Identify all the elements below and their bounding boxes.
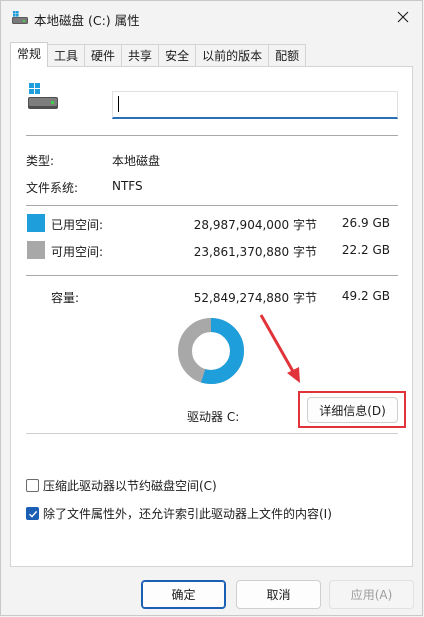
- close-icon: [397, 11, 409, 26]
- check-icon: [28, 510, 37, 518]
- type-value: 本地磁盘: [112, 154, 161, 168]
- used-space-swatch: [27, 214, 45, 232]
- separator: [26, 205, 398, 206]
- general-panel: 类型: 本地磁盘 文件系统: NTFS 已用空间: 28,987,904,000…: [10, 66, 413, 567]
- close-button[interactable]: [390, 5, 416, 31]
- text-cursor: [118, 96, 119, 112]
- free-space-size: 22.2 GB: [341, 243, 390, 257]
- capacity-size: 49.2 GB: [341, 289, 390, 303]
- used-space-label: 已用空间:: [51, 218, 104, 232]
- type-label: 类型:: [26, 154, 55, 168]
- capacity-bytes: 52,849,274,880 字节: [193, 291, 317, 305]
- dialog-buttons: 确定 取消 应用(A): [1, 569, 422, 617]
- tab-quota[interactable]: 配额: [268, 44, 307, 67]
- index-option[interactable]: 除了文件属性外，还允许索引此驱动器上文件的内容(I): [26, 505, 332, 522]
- drive-letter-label: 驱动器 C:: [187, 410, 240, 424]
- free-space-label: 可用空间:: [51, 245, 104, 259]
- file-system-label: 文件系统:: [26, 181, 79, 195]
- ok-button[interactable]: 确定: [141, 580, 226, 609]
- window-title: 本地磁盘 (C:) 属性: [34, 13, 140, 28]
- tab-general[interactable]: 常规: [10, 42, 49, 67]
- capacity-label: 容量:: [51, 291, 80, 305]
- tab-tools[interactable]: 工具: [47, 44, 86, 67]
- separator: [26, 135, 398, 136]
- index-checkbox[interactable]: [26, 507, 39, 520]
- properties-window: 本地磁盘 (C:) 属性 常规 工具 硬件 共享 安全 以前的版本 配额 类型:…: [0, 0, 423, 616]
- tab-previous-versions[interactable]: 以前的版本: [195, 44, 270, 67]
- drive-icon: [12, 11, 28, 25]
- used-space-bytes: 28,987,904,000 字节: [193, 218, 317, 232]
- compress-checkbox[interactable]: [26, 479, 39, 492]
- title-bar: 本地磁盘 (C:) 属性: [1, 1, 422, 35]
- cancel-button[interactable]: 取消: [236, 580, 321, 609]
- compress-label: 压缩此驱动器以节约磁盘空间(C): [43, 479, 217, 493]
- annotation-arrow-icon: [259, 314, 300, 383]
- free-space-swatch: [27, 241, 45, 259]
- usage-donut-chart: [178, 318, 244, 384]
- tab-sharing[interactable]: 共享: [121, 44, 160, 67]
- tab-security[interactable]: 安全: [158, 44, 197, 67]
- free-space-bytes: 23,861,370,880 字节: [193, 245, 317, 259]
- apply-button[interactable]: 应用(A): [329, 580, 414, 609]
- tab-hardware[interactable]: 硬件: [84, 44, 123, 67]
- index-label: 除了文件属性外，还允许索引此驱动器上文件的内容(I): [43, 507, 332, 521]
- separator: [26, 433, 398, 434]
- details-button[interactable]: 详细信息(D): [307, 397, 398, 423]
- separator: [26, 275, 398, 276]
- file-system-value: NTFS: [112, 179, 143, 193]
- tab-strip: 常规 工具 硬件 共享 安全 以前的版本 配额: [10, 42, 307, 67]
- compress-option[interactable]: 压缩此驱动器以节约磁盘空间(C): [26, 477, 217, 494]
- used-space-size: 26.9 GB: [341, 216, 390, 230]
- drive-large-icon: [28, 83, 68, 111]
- drive-name-input[interactable]: [112, 91, 398, 119]
